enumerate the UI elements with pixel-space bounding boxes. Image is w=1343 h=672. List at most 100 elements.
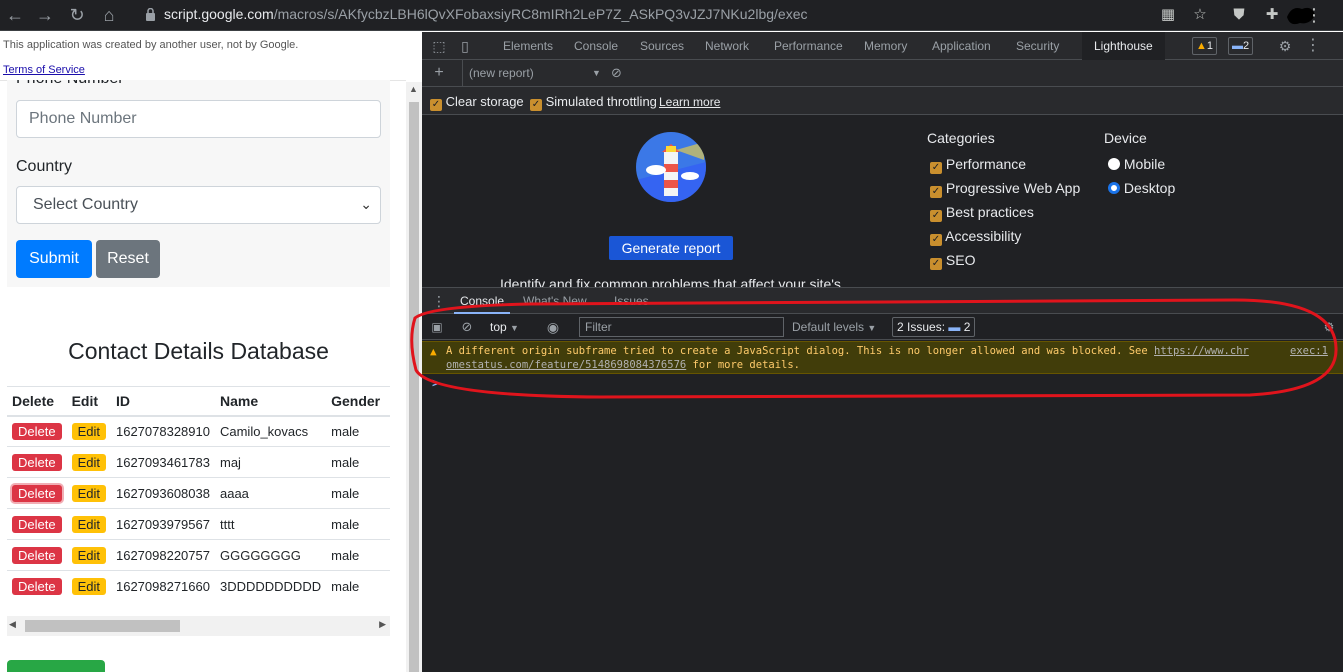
column-header-id: ID [110, 386, 215, 417]
device-heading: Device [1104, 130, 1147, 146]
tab-application[interactable]: Application [924, 32, 999, 60]
forward-icon[interactable]: → [34, 4, 56, 26]
reload-icon[interactable]: ↻ [66, 4, 88, 26]
category-seo[interactable]: ✓ SEO [930, 252, 975, 270]
edit-button[interactable]: Edit [71, 515, 106, 533]
device-toolbar-icon[interactable]: ▯ [456, 37, 474, 55]
phone-input[interactable]: Phone Number [16, 100, 381, 138]
scroll-left-icon[interactable]: ◀ [9, 619, 16, 630]
drawer-tab-whats-new[interactable]: What's New [517, 288, 593, 314]
inspect-element-icon[interactable]: ⬚ [430, 37, 448, 55]
source-link[interactable]: exec:1 [1290, 345, 1328, 357]
context-select[interactable]: top ▼ [490, 314, 519, 340]
sidebar-toggle-icon[interactable]: ▣ [428, 318, 446, 336]
page-vertical-scrollbar[interactable]: ▲ [406, 82, 422, 672]
scrollbar-thumb[interactable] [25, 620, 180, 632]
clear-storage-checkbox[interactable]: ✓ Clear storage [430, 94, 524, 111]
delete-button[interactable]: Delete [12, 546, 62, 564]
menu-dots-icon[interactable]: ⋮ [1304, 5, 1324, 25]
edit-button[interactable]: Edit [71, 422, 106, 440]
cell-id: 1627098220757 [110, 539, 215, 571]
category-best-practices[interactable]: ✓ Best practices [930, 204, 1034, 222]
tab-lighthouse[interactable]: Lighthouse [1082, 32, 1165, 60]
delete-button[interactable]: Delete [12, 577, 62, 595]
edit-button[interactable]: Edit [71, 484, 106, 502]
tab-security[interactable]: Security [1008, 32, 1067, 60]
bookmark-star-icon[interactable]: ☆ [1190, 5, 1210, 25]
chevron-down-icon: ▼ [592, 68, 601, 78]
tab-network[interactable]: Network [697, 32, 757, 60]
category-pwa[interactable]: ✓ Progressive Web App [930, 180, 1080, 198]
console-settings-icon[interactable]: ⚙ [1320, 318, 1338, 336]
cell-name: maj [214, 446, 327, 478]
qr-code-icon[interactable]: ▦ [1158, 5, 1178, 25]
edit-button[interactable]: Edit [71, 453, 106, 471]
delete-button[interactable]: Delete [12, 515, 62, 533]
get-all-data-button[interactable]: Get All Data [7, 660, 105, 672]
drawer-menu-icon[interactable]: ⋮ [430, 292, 448, 310]
settings-gear-icon[interactable]: ⚙ [1276, 37, 1294, 55]
ublock-icon[interactable]: ⛊ [1229, 5, 1249, 25]
delete-button[interactable]: Delete [12, 422, 62, 440]
issues-button[interactable]: 2 Issues: ▬ 2 [892, 317, 976, 337]
delete-button[interactable]: Delete [12, 453, 62, 471]
cell-gender: male [326, 539, 386, 571]
edit-button[interactable]: Edit [71, 577, 106, 595]
console-prompt[interactable]: > [432, 376, 439, 390]
table-horizontal-scrollbar[interactable]: ◀ ▶ [7, 616, 390, 636]
tab-memory[interactable]: Memory [856, 32, 915, 60]
drawer-tab-issues[interactable]: Issues [608, 288, 655, 314]
category-accessibility[interactable]: ✓ Accessibility [930, 228, 1021, 246]
clear-reports-icon[interactable]: ⊘ [611, 60, 622, 86]
clear-console-icon[interactable]: ⊘ [458, 318, 476, 336]
delete-button[interactable]: Delete [12, 484, 62, 502]
category-label: SEO [945, 252, 976, 268]
tab-sources[interactable]: Sources [632, 32, 692, 60]
home-icon[interactable]: ⌂ [98, 4, 120, 26]
cell-gender: male [326, 477, 386, 509]
address-bar[interactable]: script.google.com/macros/s/AKfycbzLBH6lQ… [164, 6, 807, 22]
tab-elements[interactable]: Elements [495, 32, 561, 60]
back-icon[interactable]: ← [4, 4, 26, 26]
terms-of-service-link[interactable]: Terms of Service [3, 64, 85, 76]
submit-button[interactable]: Submit [16, 240, 92, 278]
scrollbar-thumb[interactable] [409, 102, 419, 672]
tab-console[interactable]: Console [566, 32, 626, 60]
chromestatus-link[interactable]: omestatus.com/feature/5148698084376576 [446, 359, 686, 371]
console-filter-input[interactable]: Filter [579, 317, 784, 337]
generate-report-button[interactable]: Generate report [609, 236, 733, 260]
contacts-table: Delete Edit ID Name Gender D Delete Edit… [7, 386, 390, 616]
drawer-tab-console[interactable]: Console [454, 288, 511, 314]
tab-performance[interactable]: Performance [766, 32, 851, 60]
chromestatus-link[interactable]: https://www.chr [1154, 345, 1249, 357]
reset-button[interactable]: Reset [96, 240, 160, 278]
scroll-up-icon[interactable]: ▲ [409, 84, 418, 94]
country-select[interactable]: Select Country ⌄ [16, 186, 381, 224]
devtools-menu-icon[interactable]: ⋮ [1304, 37, 1322, 55]
extensions-puzzle-icon[interactable]: ✚ [1262, 5, 1282, 25]
messages-badge[interactable]: ▬2 [1228, 37, 1254, 55]
device-mobile-radio[interactable]: Mobile [1108, 156, 1165, 172]
warning-text-line2: omestatus.com/feature/5148698084376576 f… [446, 359, 800, 371]
report-select-value: (new report) [469, 66, 534, 80]
category-performance[interactable]: ✓ Performance [930, 156, 1026, 174]
device-desktop-radio[interactable]: Desktop [1108, 180, 1175, 196]
scroll-right-icon[interactable]: ▶ [379, 619, 386, 630]
learn-more-link[interactable]: Learn more [659, 95, 720, 109]
checkbox-checked-icon: ✓ [930, 210, 942, 222]
log-levels-select[interactable]: Default levels ▼ [792, 314, 876, 340]
warnings-badge[interactable]: ▲1 [1192, 37, 1218, 55]
simulated-throttling-checkbox[interactable]: ✓ Simulated throttling [530, 94, 657, 111]
warning-icon: ▲ [1196, 40, 1207, 52]
device-label: Mobile [1123, 156, 1166, 172]
warning-text-line1: A different origin subframe tried to cre… [446, 345, 1249, 357]
add-report-icon[interactable]: + [430, 64, 448, 82]
cell-id: 1627098271660 [110, 570, 215, 602]
table-row: Delete Edit 1627098271660 3DDDDDDDDDD ma… [7, 570, 390, 602]
report-select[interactable]: (new report) ▼ ⊘ [462, 60, 642, 86]
edit-button[interactable]: Edit [71, 546, 106, 564]
live-expression-eye-icon[interactable]: ◉ [544, 318, 562, 336]
cell-name: GGGGGGGG [214, 539, 327, 571]
simulated-throttling-label: Simulated throttling [545, 94, 657, 109]
cell-gender: male [326, 508, 386, 540]
